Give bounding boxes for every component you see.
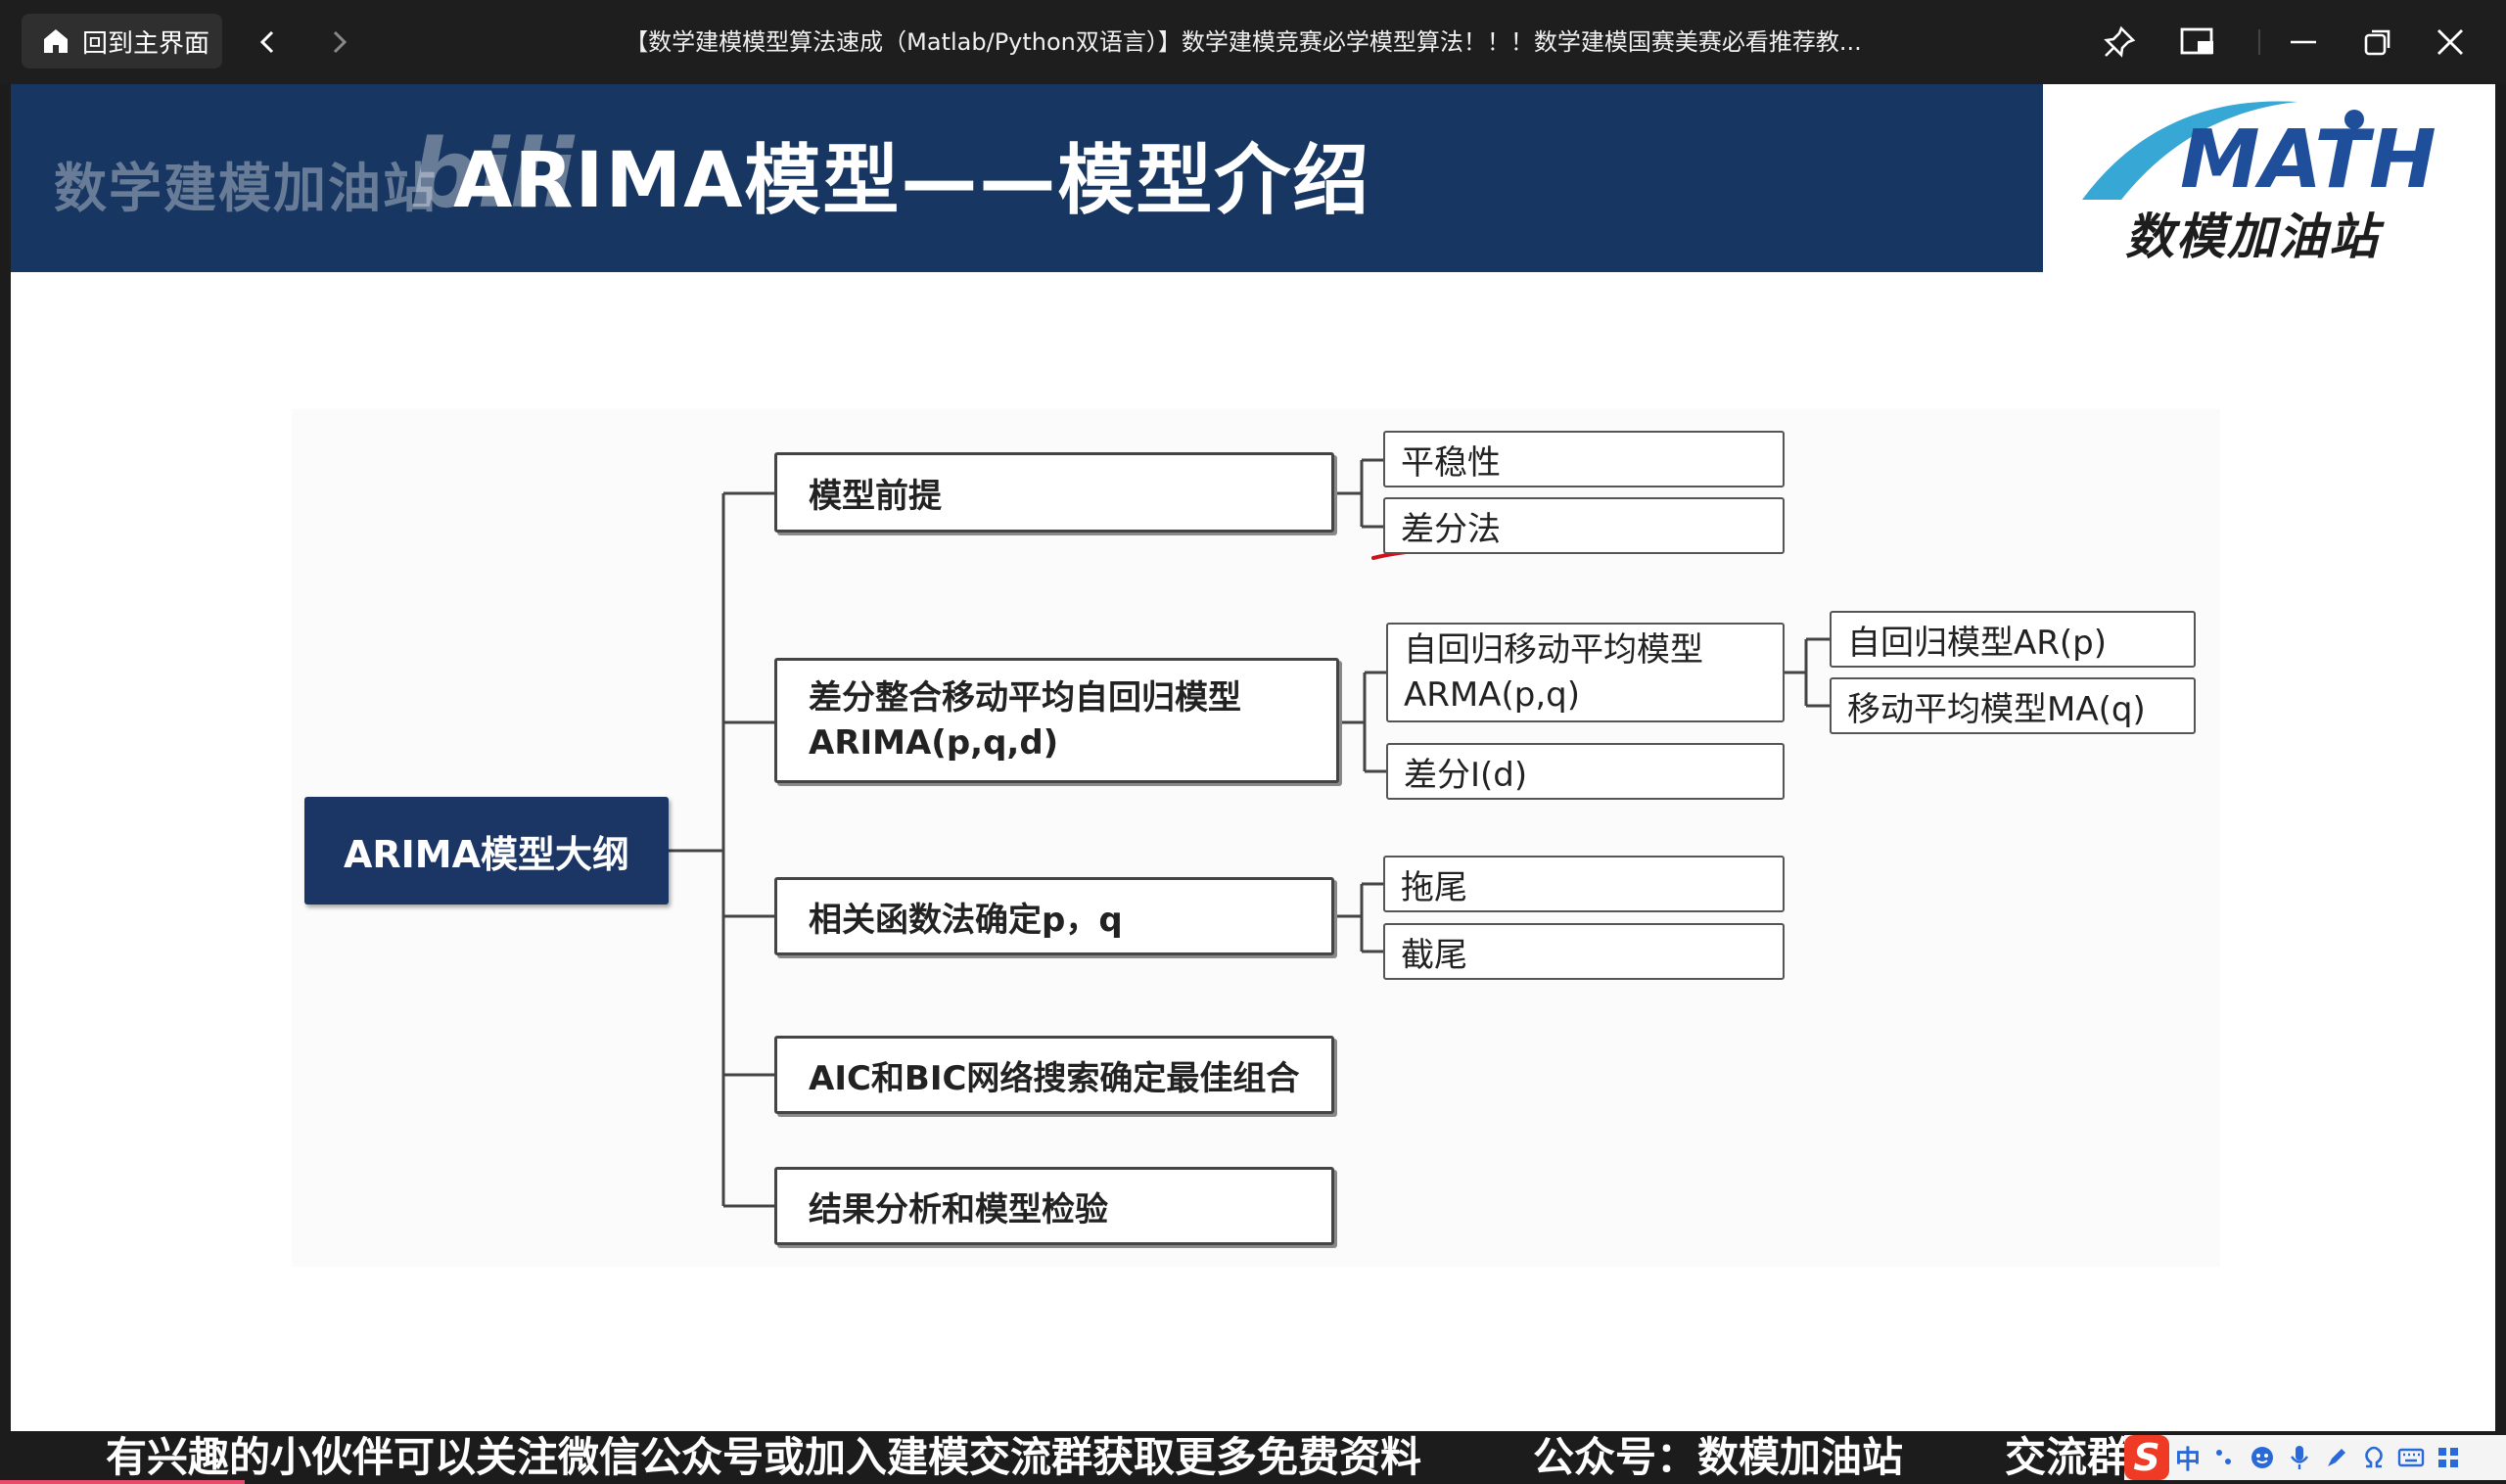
pin-button[interactable]: [2097, 20, 2142, 65]
minimize-button[interactable]: [2281, 20, 2326, 65]
punctuation-icon[interactable]: [2206, 1438, 2244, 1477]
sub-arma-model[interactable]: 自回归移动平均模型 ARMA(p,q): [1386, 623, 1785, 722]
mindmap-root[interactable]: ARIMA模型大纲: [304, 797, 669, 904]
leaf-ar-model[interactable]: 自回归模型AR(p): [1830, 611, 2196, 668]
titlebar-divider: [2258, 29, 2260, 55]
keyboard-icon[interactable]: [2392, 1438, 2430, 1477]
branch-arima-model[interactable]: 差分整合移动平均自回归模型 ARIMA(p,q,d): [774, 658, 1339, 783]
leaf-difference-i[interactable]: 差分I(d): [1386, 743, 1785, 800]
close-button[interactable]: [2428, 20, 2473, 65]
close-icon: [2437, 29, 2463, 55]
ime-toolbar[interactable]: S 中: [2124, 1435, 2506, 1480]
video-slide[interactable]: 数学建模加油站 bili ARIMA模型——模型介绍 MATH 数模加油站 AR…: [11, 84, 2495, 1431]
branch-model-premise[interactable]: 模型前提: [774, 452, 1334, 533]
sogou-ime-icon[interactable]: S: [2124, 1435, 2169, 1480]
forward-button[interactable]: [316, 20, 361, 65]
leaf-tailing[interactable]: 拖尾: [1383, 856, 1785, 912]
minimize-icon: [2291, 40, 2316, 44]
special-char-icon[interactable]: [2355, 1438, 2392, 1477]
microphone-icon[interactable]: [2281, 1438, 2318, 1477]
toolbox-icon[interactable]: [2430, 1438, 2467, 1477]
branch-arima-line2: ARIMA(p,q,d): [809, 723, 1059, 763]
restore-button[interactable]: [2355, 20, 2400, 65]
pin-icon: [2104, 25, 2136, 58]
home-button-label: 回到主界面: [82, 28, 210, 59]
title-bar: 回到主界面 【数学建模模型算法速成（Matlab/Python双语言）】数学建模…: [0, 0, 2506, 84]
ticker-text-3: 交流群: [2005, 1433, 2129, 1481]
chevron-left-icon: [259, 30, 274, 54]
chevron-right-icon: [333, 30, 348, 54]
branch-result-analysis[interactable]: 结果分析和模型检验: [774, 1167, 1334, 1245]
emoji-icon[interactable]: [2244, 1438, 2281, 1477]
leaf-truncation[interactable]: 截尾: [1383, 923, 1785, 980]
branch-arima-line1: 差分整合移动平均自回归模型: [809, 678, 1241, 718]
window-title: 【数学建模模型算法速成（Matlab/Python双语言）】数学建模竞赛必学模型…: [625, 28, 1862, 56]
branch-aic-bic[interactable]: AIC和BIC网络搜索确定最佳组合: [774, 1036, 1334, 1114]
home-button[interactable]: 回到主界面: [22, 14, 222, 69]
leaf-ma-model[interactable]: 移动平均模型MA(q): [1830, 677, 2196, 734]
picture-in-picture-button[interactable]: [2175, 20, 2220, 65]
ticker-text-2: 公众号：数模加油站: [1533, 1433, 1904, 1481]
sub-arma-line2: ARMA(p,q): [1404, 675, 1580, 715]
handwriting-icon[interactable]: [2318, 1438, 2355, 1477]
branch-correlation-method[interactable]: 相关函数法确定p，q: [774, 877, 1334, 955]
ticker-text-1: 有兴趣的小伙伴可以关注微信公众号或加入建模交流群获取更多免费资料: [106, 1433, 1422, 1481]
leaf-differencing[interactable]: 差分法: [1383, 497, 1785, 554]
back-button[interactable]: [246, 20, 291, 65]
sub-arma-line1: 自回归移动平均模型: [1404, 630, 1703, 670]
leaf-stationarity[interactable]: 平稳性: [1383, 431, 1785, 487]
picture-in-picture-icon: [2180, 27, 2213, 55]
playback-progress: [0, 1480, 245, 1484]
restore-icon: [2364, 29, 2390, 56]
home-icon: [44, 29, 68, 53]
ime-mode-toggle[interactable]: 中: [2169, 1438, 2206, 1477]
